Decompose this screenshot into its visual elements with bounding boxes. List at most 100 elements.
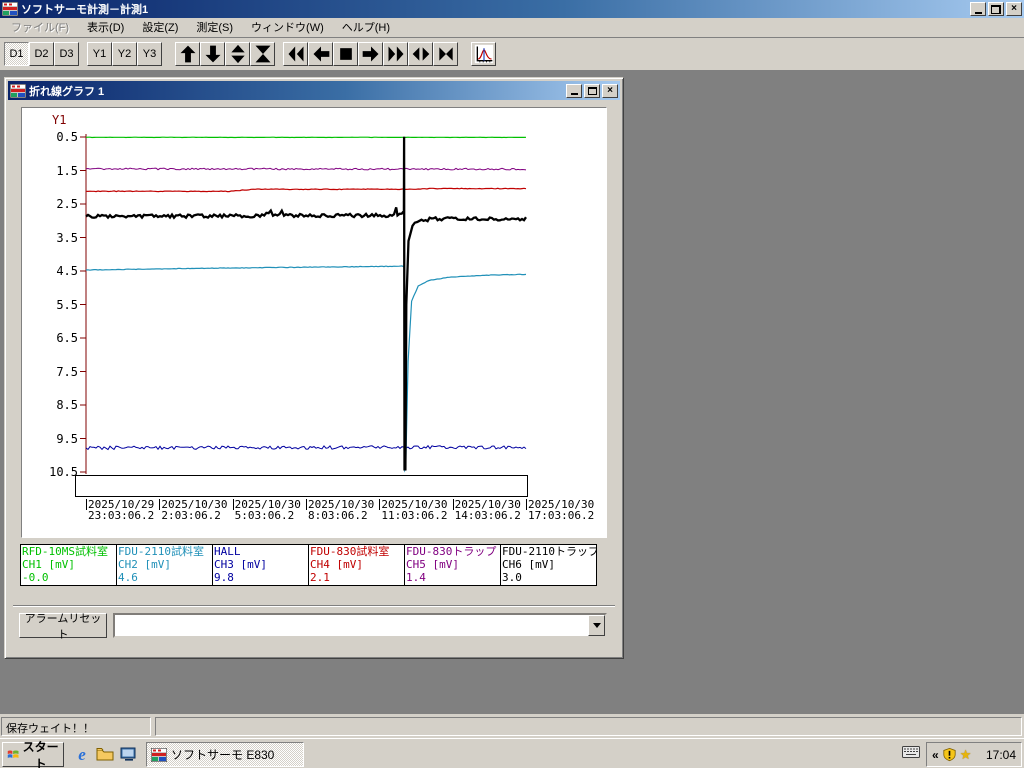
graph-window-title: 折れ線グラフ 1 (29, 85, 105, 98)
mdi-client-area: 折れ線グラフ 1 × Y1 0.5 1.5 2.5 3.5 4.5 5.5 6.5 7.5 8.… (0, 72, 1024, 714)
menu-item-2[interactable]: 設定(Z) (133, 17, 187, 37)
x-tick-label: 2025/10/29 23:03:06.2 (86, 498, 155, 522)
keyboard-language-icon[interactable] (902, 746, 920, 761)
menu-item-3[interactable]: 測定(S) (187, 17, 242, 37)
tray-chevron-button[interactable]: « (932, 748, 939, 762)
combobox-dropdown-button[interactable] (588, 615, 605, 636)
quicklaunch-folder-button[interactable] (95, 744, 115, 764)
x-tick-label: 2025/10/30 8:03:06.2 (306, 498, 375, 522)
legend-box-ch3: HALL CH3 [mV] 9.8 (212, 544, 309, 586)
y-tick-label: 1.5 (56, 163, 78, 178)
expand-horizontal-button[interactable] (408, 42, 433, 66)
internet-explorer-icon: e (78, 744, 86, 764)
taskbar-item-label: ソフトサーモ E830 (171, 748, 275, 762)
y-tick-label: 5.5 (56, 297, 78, 312)
legend-box-ch1: RFD-10MS試料室 CH1 [mV] -0.0 (20, 544, 117, 586)
scroll-down-button[interactable] (200, 42, 225, 66)
star-tray-icon[interactable]: ★ (960, 747, 972, 763)
legend-box-ch4: FDU-830試料室 CH4 [mV] 2.1 (308, 544, 405, 586)
toolbar: D1 D2 D3 Y1 Y2 Y3 (0, 38, 1024, 71)
step-left-button[interactable] (308, 42, 333, 66)
graph-window-icon (10, 83, 26, 98)
legend-box-ch5: FDU-830トラップ CH5 [mV] 1.4 (404, 544, 501, 586)
graph-settings-button[interactable] (471, 42, 496, 66)
x-tick-label: 2025/10/30 11:03:06.2 (379, 498, 448, 522)
series-line-ch6 (85, 136, 527, 471)
toolbar-y1-button[interactable]: Y1 (87, 42, 112, 66)
app-icon (2, 2, 18, 16)
arrow-right-icon (362, 46, 378, 62)
separator (13, 605, 615, 607)
start-button[interactable]: スタート (2, 740, 64, 768)
y-tick-label: 8.5 (56, 398, 78, 412)
status-bar: 保存ウェイト！！ (0, 714, 1024, 738)
alarm-reset-button[interactable]: アラームリセット (19, 613, 107, 641)
taskbar-item-softthermo[interactable]: ソフトサーモ E830 (146, 742, 304, 767)
folder-icon (96, 748, 114, 761)
time-range-box[interactable] (75, 475, 528, 497)
x-tick-label: 2025/10/30 17:03:06.2 (526, 498, 595, 522)
rewind-button[interactable] (283, 42, 308, 66)
chevron-down-icon (592, 623, 601, 628)
arrow-up-icon (180, 45, 195, 63)
menu-item-4[interactable]: ウィンドウ(W) (242, 17, 333, 37)
y-tick-label: 2.5 (56, 197, 78, 211)
app-close-button[interactable]: × (1006, 2, 1022, 16)
app-title: ソフトサーモ計測－計測1 (21, 4, 149, 16)
expand-vertical-button[interactable] (225, 42, 250, 66)
toolbar-y2-button[interactable]: Y2 (112, 42, 137, 66)
status-message: 保存ウェイト！！ (1, 717, 151, 736)
chart-panel: Y1 0.5 1.5 2.5 3.5 4.5 5.5 6.5 7.5 8.5 9.5 10.5 20… (21, 107, 607, 538)
fast-forward-button[interactable] (383, 42, 408, 66)
alarm-combobox-value (115, 615, 588, 636)
double-left-icon (288, 46, 303, 62)
arrow-down-icon (205, 45, 220, 63)
graph-icon (474, 44, 493, 64)
toolbar-d3-button[interactable]: D3 (54, 42, 79, 66)
series-line-ch3 (85, 444, 527, 451)
x-tick-label: 2025/10/30 2:03:06.2 (159, 498, 228, 522)
graph-close-button[interactable]: × (602, 83, 618, 98)
graph-window: 折れ線グラフ 1 × Y1 0.5 1.5 2.5 3.5 4.5 5.5 6.5 7.5 8.… (4, 77, 624, 659)
y-tick-label: 6.5 (56, 331, 78, 345)
security-shield-icon[interactable] (943, 747, 956, 762)
arrow-left-icon (313, 46, 329, 62)
double-right-icon (388, 46, 403, 62)
x-tick-label: 2025/10/30 5:03:06.2 (232, 498, 301, 522)
step-right-button[interactable] (358, 42, 383, 66)
y-tick-label: 4.5 (56, 264, 78, 278)
compress-vertical-button[interactable] (250, 42, 275, 66)
app-restore-button[interactable] (988, 2, 1004, 16)
stop-icon (339, 48, 352, 60)
expand-horizontal-icon (412, 47, 429, 61)
compress-horizontal-button[interactable] (433, 42, 458, 66)
system-tray: « ★ 17:04 (926, 742, 1022, 767)
toolbar-d1-button[interactable]: D1 (4, 42, 29, 66)
graph-minimize-button[interactable] (566, 83, 582, 98)
menu-item-1[interactable]: 表示(D) (78, 17, 133, 37)
app-minimize-button[interactable] (970, 2, 986, 16)
hourglass-icon (255, 45, 270, 63)
quicklaunch-desktop-button[interactable] (118, 744, 138, 764)
status-secondary (155, 717, 1022, 736)
desktop-window-icon (120, 747, 136, 761)
toolbar-d2-button[interactable]: D2 (29, 42, 54, 66)
series-line-ch5 (85, 167, 527, 171)
y-tick-label: 7.5 (56, 364, 78, 379)
expand-vertical-icon (230, 44, 245, 64)
alarm-combobox[interactable] (113, 613, 607, 638)
series-line-ch2 (85, 265, 527, 473)
menu-item-5[interactable]: ヘルプ(H) (333, 17, 399, 37)
graph-window-title-bar[interactable]: 折れ線グラフ 1 × (8, 81, 620, 100)
toolbar-y3-button[interactable]: Y3 (137, 42, 162, 66)
quicklaunch-ie-button[interactable]: e (72, 744, 92, 764)
task-app-icon (151, 747, 167, 762)
graph-maximize-button[interactable] (584, 83, 600, 98)
menu-item-0: ファイル(F) (11, 22, 70, 34)
scroll-up-button[interactable] (175, 42, 200, 66)
stop-button[interactable] (333, 42, 358, 66)
y-tick-label: 10.5 (49, 465, 78, 479)
legend-box-ch2: FDU-2110試料室 CH2 [mV] 4.6 (116, 544, 213, 586)
channel-legend: RFD-10MS試料室 CH1 [mV] -0.0 FDU-2110試料室 CH2 [m… (20, 544, 597, 586)
start-label: スタート (22, 739, 59, 768)
